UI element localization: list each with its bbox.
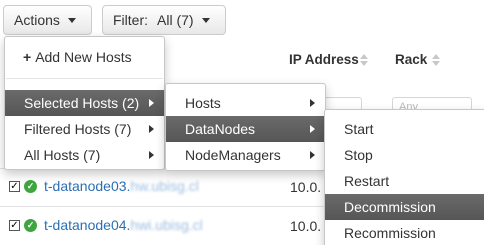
plus-icon: + [23,49,32,65]
chevron-right-icon [310,125,315,133]
actions-button[interactable]: Actions [3,5,92,35]
menu-item-hosts[interactable]: Hosts [166,90,325,116]
menu-item-label: Recommission [344,225,436,241]
host-name: t-datanode03. [44,178,131,194]
menu-item-label: Selected Hosts (2) [24,95,140,111]
add-new-hosts-label: Add New Hosts [35,49,132,65]
sort-icon[interactable] [360,54,368,68]
status-ok-icon: ✓ [24,180,37,193]
menu-item-datanodes[interactable]: DataNodes [166,116,325,142]
menu-item-nodemanagers[interactable]: NodeManagers [166,142,325,168]
chevron-right-icon [310,99,315,107]
actions-button-label: Actions [14,12,60,28]
menu-item-stop[interactable]: Stop [325,142,484,168]
chevron-right-icon [310,151,315,159]
datanodes-submenu: Start Stop Restart Decommission Recommis… [324,109,484,245]
ip-cell: 10.0. [290,218,322,234]
menu-item-label: Filtered Hosts (7) [24,121,132,137]
hosts-submenu: Hosts DataNodes NodeManagers [165,83,326,171]
chevron-down-icon [201,17,210,23]
menu-item-restart[interactable]: Restart [325,168,484,194]
filter-label: Filter: [113,12,148,28]
sort-icon[interactable] [432,54,440,68]
chevron-down-icon [67,17,76,23]
host-link[interactable]: t-datanode03.hw.ubisg.cl [44,178,199,194]
menu-item-decommission[interactable]: Decommission [325,194,484,220]
chevron-right-icon [149,125,154,133]
menu-item-recommission[interactable]: Recommission [325,220,484,245]
menu-item-label: Decommission [344,199,436,215]
menu-item-all-hosts[interactable]: All Hosts (7) [5,142,164,168]
filter-value: All (7) [157,12,194,28]
host-link[interactable]: t-datanode04.hwi.ubisg.cl [44,217,203,233]
menu-item-start[interactable]: Start [325,116,484,142]
menu-item-add-new-hosts[interactable]: + Add New Hosts [5,44,164,70]
column-header-rack[interactable]: Rack [395,52,427,67]
menu-item-label: All Hosts (7) [24,147,101,163]
menu-item-label: DataNodes [185,121,256,137]
host-name: t-datanode04. [44,217,131,233]
status-ok-icon: ✓ [24,219,37,232]
chevron-right-icon [149,99,154,107]
ip-cell: 10.0. [290,179,322,195]
menu-item-selected-hosts[interactable]: Selected Hosts (2) [5,90,164,116]
column-header-ip-address[interactable]: IP Address [289,52,359,67]
menu-item-filtered-hosts[interactable]: Filtered Hosts (7) [5,116,164,142]
menu-divider [6,78,163,79]
row-checkbox[interactable]: ✓ [9,220,20,231]
menu-item-label: Start [344,121,374,137]
menu-item-label: Hosts [185,95,221,111]
host-name-blurred: hw.ubisg.cl [130,178,199,194]
filter-button[interactable]: Filter: All (7) [102,5,226,35]
row-checkbox[interactable]: ✓ [9,181,20,192]
actions-menu: + Add New Hosts Selected Hosts (2) Filter… [4,36,165,170]
chevron-right-icon [149,151,154,159]
menu-item-label: Stop [344,147,373,163]
menu-item-label: NodeManagers [185,147,281,163]
menu-item-label: Restart [344,173,390,189]
host-name-blurred: hwi.ubisg.cl [130,217,203,233]
